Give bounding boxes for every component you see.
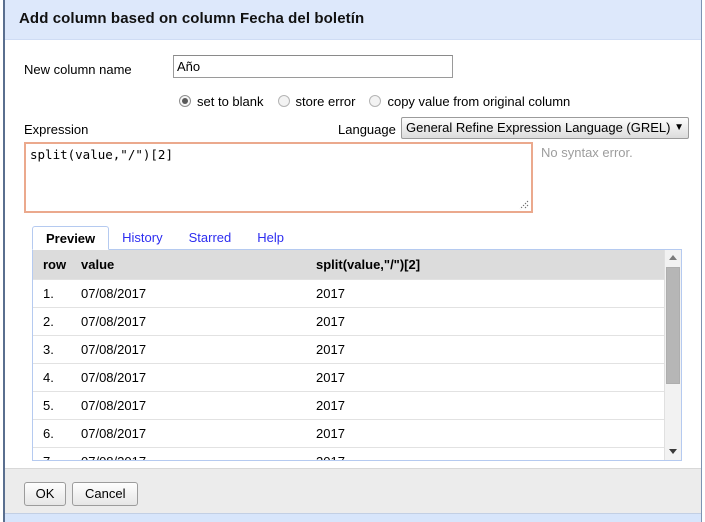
- expression-textarea[interactable]: [24, 142, 533, 213]
- table-row: 7. 07/08/2017 2017: [33, 448, 664, 461]
- table-row: 6. 07/08/2017 2017: [33, 420, 664, 448]
- radio-label: set to blank: [197, 94, 264, 109]
- new-column-name-label: New column name: [24, 62, 132, 77]
- preview-table-viewport: row value split(value,"/")[2] 1. 07/08/2…: [33, 250, 664, 460]
- preview-tabs: Preview History Starred Help: [32, 226, 297, 250]
- cell-value: 07/08/2017: [81, 308, 316, 336]
- new-column-name-input[interactable]: [173, 55, 453, 78]
- tab-starred[interactable]: Starred: [176, 226, 245, 250]
- dialog-bottom-edge: [5, 513, 701, 522]
- language-label: Language: [338, 122, 396, 137]
- cell-value: 07/08/2017: [81, 364, 316, 392]
- table-row: 1. 07/08/2017 2017: [33, 280, 664, 308]
- cell-result: 2017: [316, 336, 664, 364]
- preview-table: row value split(value,"/")[2] 1. 07/08/2…: [33, 250, 664, 460]
- scroll-down-button[interactable]: [665, 444, 681, 460]
- cell-value: 07/08/2017: [81, 336, 316, 364]
- column-header-value: value: [81, 250, 316, 280]
- cell-value: 07/08/2017: [81, 448, 316, 461]
- radio-set-to-blank[interactable]: set to blank: [179, 94, 264, 109]
- table-row: 4. 07/08/2017 2017: [33, 364, 664, 392]
- radio-copy-value-from-original-column[interactable]: copy value from original column: [369, 94, 570, 109]
- table-header-row: row value split(value,"/")[2]: [33, 250, 664, 280]
- scrollbar-thumb[interactable]: [666, 267, 680, 384]
- expression-label: Expression: [24, 122, 88, 137]
- radio-dot-icon: [179, 95, 191, 107]
- table-row: 2. 07/08/2017 2017: [33, 308, 664, 336]
- cell-value: 07/08/2017: [81, 280, 316, 308]
- preview-scrollbar[interactable]: [664, 250, 681, 460]
- radio-label: store error: [296, 94, 356, 109]
- cell-row-index: 3.: [33, 336, 81, 364]
- cancel-button[interactable]: Cancel: [72, 482, 138, 506]
- cell-result: 2017: [316, 364, 664, 392]
- on-error-radio-group: set to blank store error copy value from…: [179, 91, 584, 111]
- cell-result: 2017: [316, 448, 664, 461]
- tab-history[interactable]: History: [109, 226, 175, 250]
- cell-result: 2017: [316, 392, 664, 420]
- cell-row-index: 4.: [33, 364, 81, 392]
- cell-row-index: 5.: [33, 392, 81, 420]
- triangle-up-icon: [669, 255, 677, 260]
- language-select[interactable]: ▼ General Refine Expression Language (GR…: [401, 117, 689, 139]
- chevron-down-icon: ▼: [670, 118, 684, 138]
- triangle-down-icon: [669, 449, 677, 454]
- table-row: 5. 07/08/2017 2017: [33, 392, 664, 420]
- preview-panel: row value split(value,"/")[2] 1. 07/08/2…: [32, 249, 682, 461]
- cell-result: 2017: [316, 308, 664, 336]
- scroll-up-button[interactable]: [665, 250, 681, 266]
- radio-dot-icon: [369, 95, 381, 107]
- cell-row-index: 1.: [33, 280, 81, 308]
- cell-row-index: 6.: [33, 420, 81, 448]
- tab-preview[interactable]: Preview: [32, 226, 109, 250]
- column-header-expression: split(value,"/")[2]: [316, 250, 664, 280]
- cell-value: 07/08/2017: [81, 420, 316, 448]
- language-select-value: General Refine Expression Language (GREL…: [406, 120, 670, 135]
- cell-value: 07/08/2017: [81, 392, 316, 420]
- radio-store-error[interactable]: store error: [278, 94, 356, 109]
- dialog-header: Add column based on column Fecha del bol…: [5, 0, 701, 40]
- radio-dot-icon: [278, 95, 290, 107]
- tab-help[interactable]: Help: [244, 226, 297, 250]
- add-column-dialog: Add column based on column Fecha del bol…: [3, 0, 702, 522]
- ok-button[interactable]: OK: [24, 482, 66, 506]
- cell-result: 2017: [316, 420, 664, 448]
- cell-result: 2017: [316, 280, 664, 308]
- dialog-body: New column name set to blank store error…: [5, 41, 701, 468]
- syntax-status-text: No syntax error.: [541, 145, 633, 160]
- dialog-footer: OK Cancel: [5, 468, 701, 522]
- cell-row-index: 7.: [33, 448, 81, 461]
- table-row: 3. 07/08/2017 2017: [33, 336, 664, 364]
- cell-row-index: 2.: [33, 308, 81, 336]
- radio-label: copy value from original column: [387, 94, 570, 109]
- dialog-title: Add column based on column Fecha del bol…: [19, 10, 364, 27]
- column-header-row: row: [33, 250, 81, 280]
